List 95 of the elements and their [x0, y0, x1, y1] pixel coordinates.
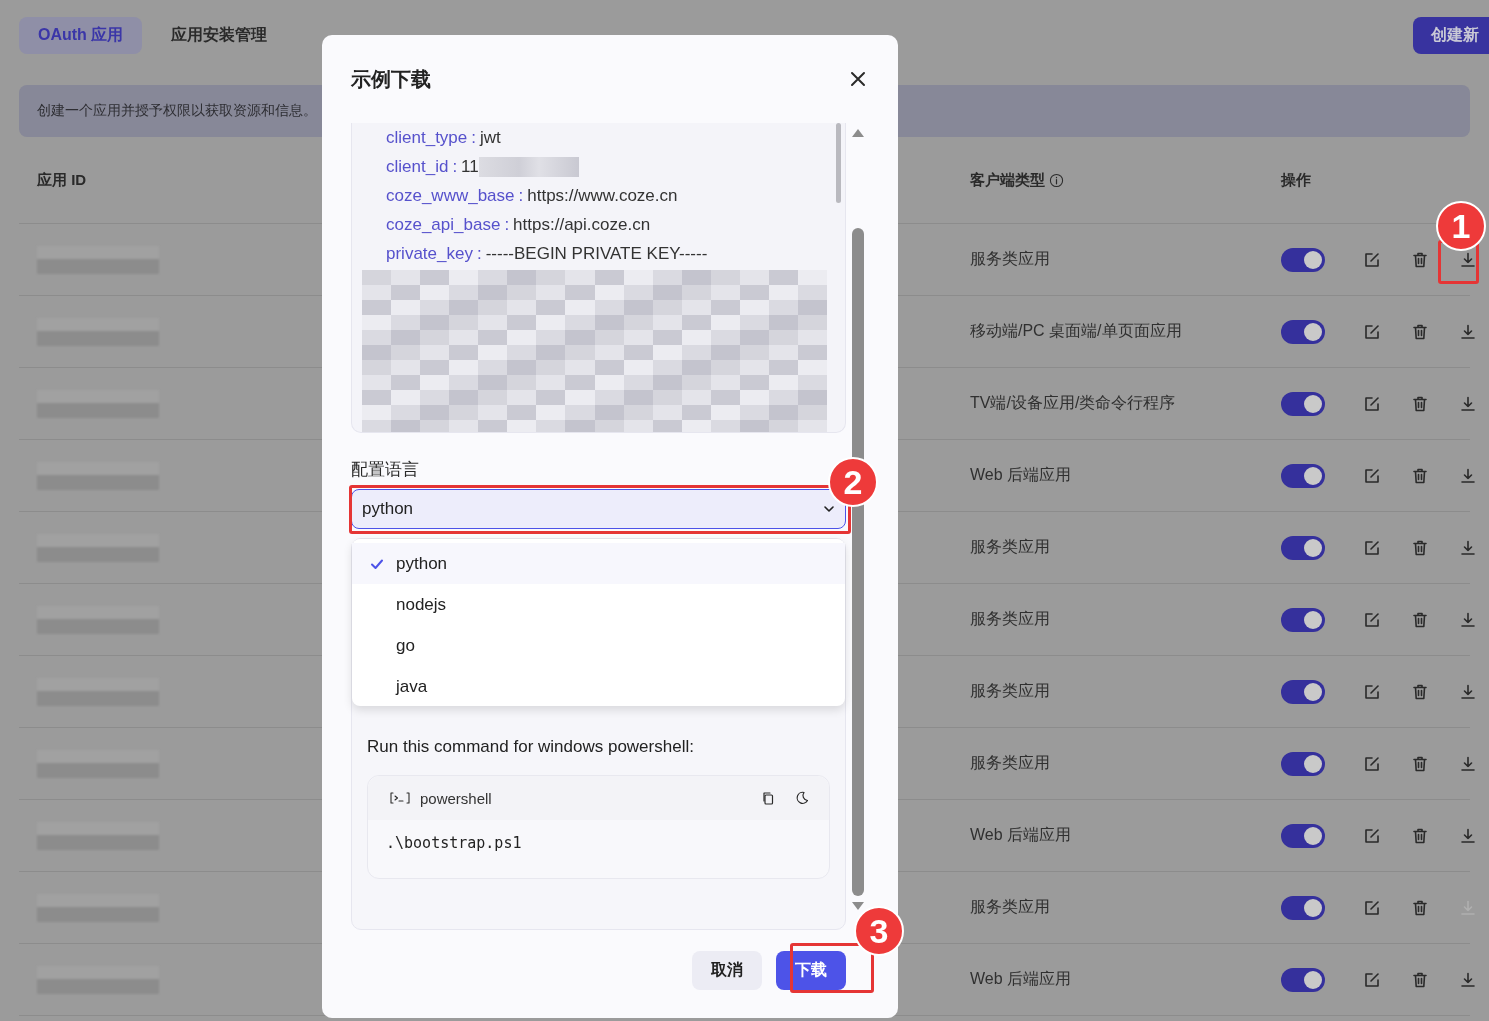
toggle-switch[interactable]: [1281, 823, 1325, 848]
toggle-switch[interactable]: [1281, 247, 1325, 272]
client-type: Web 后端应用: [970, 466, 1072, 483]
delete-icon[interactable]: [1411, 466, 1429, 485]
dropdown-option[interactable]: nodejs: [352, 584, 845, 625]
delete-icon[interactable]: [1411, 754, 1429, 773]
tab[interactable]: 应用安装管理: [152, 17, 287, 54]
delete-icon[interactable]: [1411, 250, 1429, 269]
edit-icon[interactable]: [1363, 538, 1381, 557]
client-type: TV端/设备应用/类命令行程序: [970, 394, 1176, 411]
edit-icon[interactable]: [1363, 394, 1381, 413]
separator: :: [476, 243, 482, 264]
download-icon[interactable]: [1459, 466, 1477, 485]
delete-icon[interactable]: [1411, 394, 1429, 413]
config-key: coze_api_base: [386, 214, 501, 235]
toggle-switch[interactable]: [1281, 895, 1325, 920]
delete-icon[interactable]: [1411, 970, 1429, 989]
cancel-button[interactable]: 取消: [692, 951, 762, 990]
download-icon[interactable]: [1459, 250, 1477, 269]
config-value: -----BEGIN PRIVATE KEY-----: [485, 243, 708, 264]
client-type: Web 后端应用: [970, 970, 1072, 987]
client-type: 服务类应用: [970, 610, 1050, 627]
toggle-switch[interactable]: [1281, 967, 1325, 992]
code-text: .\bootstrap.ps1: [385, 833, 523, 854]
client-type: Web 后端应用: [970, 826, 1072, 843]
edit-icon[interactable]: [1363, 250, 1381, 269]
separator: :: [452, 156, 458, 177]
config-key: coze_www_base: [386, 185, 515, 206]
terminal-icon: [390, 792, 410, 804]
close-icon[interactable]: [850, 71, 866, 87]
scroll-down-icon[interactable]: [851, 901, 865, 911]
edit-icon[interactable]: [1363, 610, 1381, 629]
dialog-title: 示例下载: [351, 66, 431, 92]
client-type: 移动端/PC 桌面端/单页面应用: [970, 322, 1182, 339]
column-header: 客户端类型: [970, 170, 1045, 190]
client-type: 服务类应用: [970, 250, 1050, 267]
edit-icon[interactable]: [1363, 898, 1381, 917]
copy-icon[interactable]: [761, 791, 775, 805]
moon-icon[interactable]: [795, 791, 809, 805]
edit-icon[interactable]: [1363, 682, 1381, 701]
edit-icon[interactable]: [1363, 322, 1381, 341]
dropdown-option[interactable]: python: [352, 543, 845, 584]
client-type: 服务类应用: [970, 538, 1050, 555]
dropdown-option[interactable]: java: [352, 666, 845, 707]
toggle-switch[interactable]: [1281, 463, 1325, 488]
banner-text: 创建一个应用并授予权限以获取资源和信息。: [37, 102, 317, 120]
config-value: jwt: [480, 127, 501, 148]
config-key: client_type: [386, 127, 468, 148]
toggle-switch[interactable]: [1281, 319, 1325, 344]
toggle-switch[interactable]: [1281, 391, 1325, 416]
code-language: powershell: [420, 789, 492, 807]
separator: :: [471, 127, 476, 148]
delete-icon[interactable]: [1411, 322, 1429, 341]
separator: :: [518, 185, 524, 206]
edit-icon[interactable]: [1363, 466, 1381, 485]
config-value: 11: [461, 156, 479, 177]
dropdown-option[interactable]: go: [352, 625, 845, 666]
client-type: 服务类应用: [970, 898, 1050, 915]
download-button[interactable]: 下载: [776, 951, 846, 990]
field-label: 配置语言: [351, 459, 420, 481]
toggle-switch[interactable]: [1281, 607, 1325, 632]
download-icon[interactable]: [1459, 394, 1477, 413]
edit-icon[interactable]: [1363, 826, 1381, 845]
download-icon[interactable]: [1459, 754, 1477, 773]
delete-icon[interactable]: [1411, 682, 1429, 701]
toggle-switch[interactable]: [1281, 751, 1325, 776]
config-key: client_id: [386, 156, 449, 177]
edit-icon[interactable]: [1363, 970, 1381, 989]
download-icon[interactable]: [1459, 322, 1477, 341]
config-value: https://www.coze.cn: [527, 185, 678, 206]
config-value: https://api.coze.cn: [513, 214, 651, 235]
client-type: 服务类应用: [970, 754, 1050, 771]
download-icon[interactable]: [1459, 610, 1477, 629]
delete-icon[interactable]: [1411, 826, 1429, 845]
edit-icon[interactable]: [1363, 754, 1381, 773]
client-type: 服务类应用: [970, 682, 1050, 699]
step-marker: 1: [1436, 201, 1486, 251]
create-button[interactable]: 创建新: [1413, 17, 1489, 54]
column-header: 操作: [1281, 170, 1311, 190]
column-header: 应用 ID: [37, 170, 87, 190]
delete-icon[interactable]: [1411, 898, 1429, 917]
download-icon[interactable]: [1459, 538, 1477, 557]
delete-icon[interactable]: [1411, 538, 1429, 557]
scroll-up-icon[interactable]: [851, 128, 865, 138]
config-key: private_key: [386, 243, 473, 264]
info-icon: [1049, 172, 1064, 188]
delete-icon[interactable]: [1411, 610, 1429, 629]
scrollbar-thumb[interactable]: [836, 123, 841, 203]
download-icon[interactable]: [1459, 682, 1477, 701]
download-icon[interactable]: [1459, 826, 1477, 845]
toggle-switch[interactable]: [1281, 535, 1325, 560]
download-icon[interactable]: [1459, 970, 1477, 989]
toggle-switch[interactable]: [1281, 679, 1325, 704]
instruction-text: Run this command for windows powershell:: [367, 736, 695, 758]
separator: :: [504, 214, 510, 235]
